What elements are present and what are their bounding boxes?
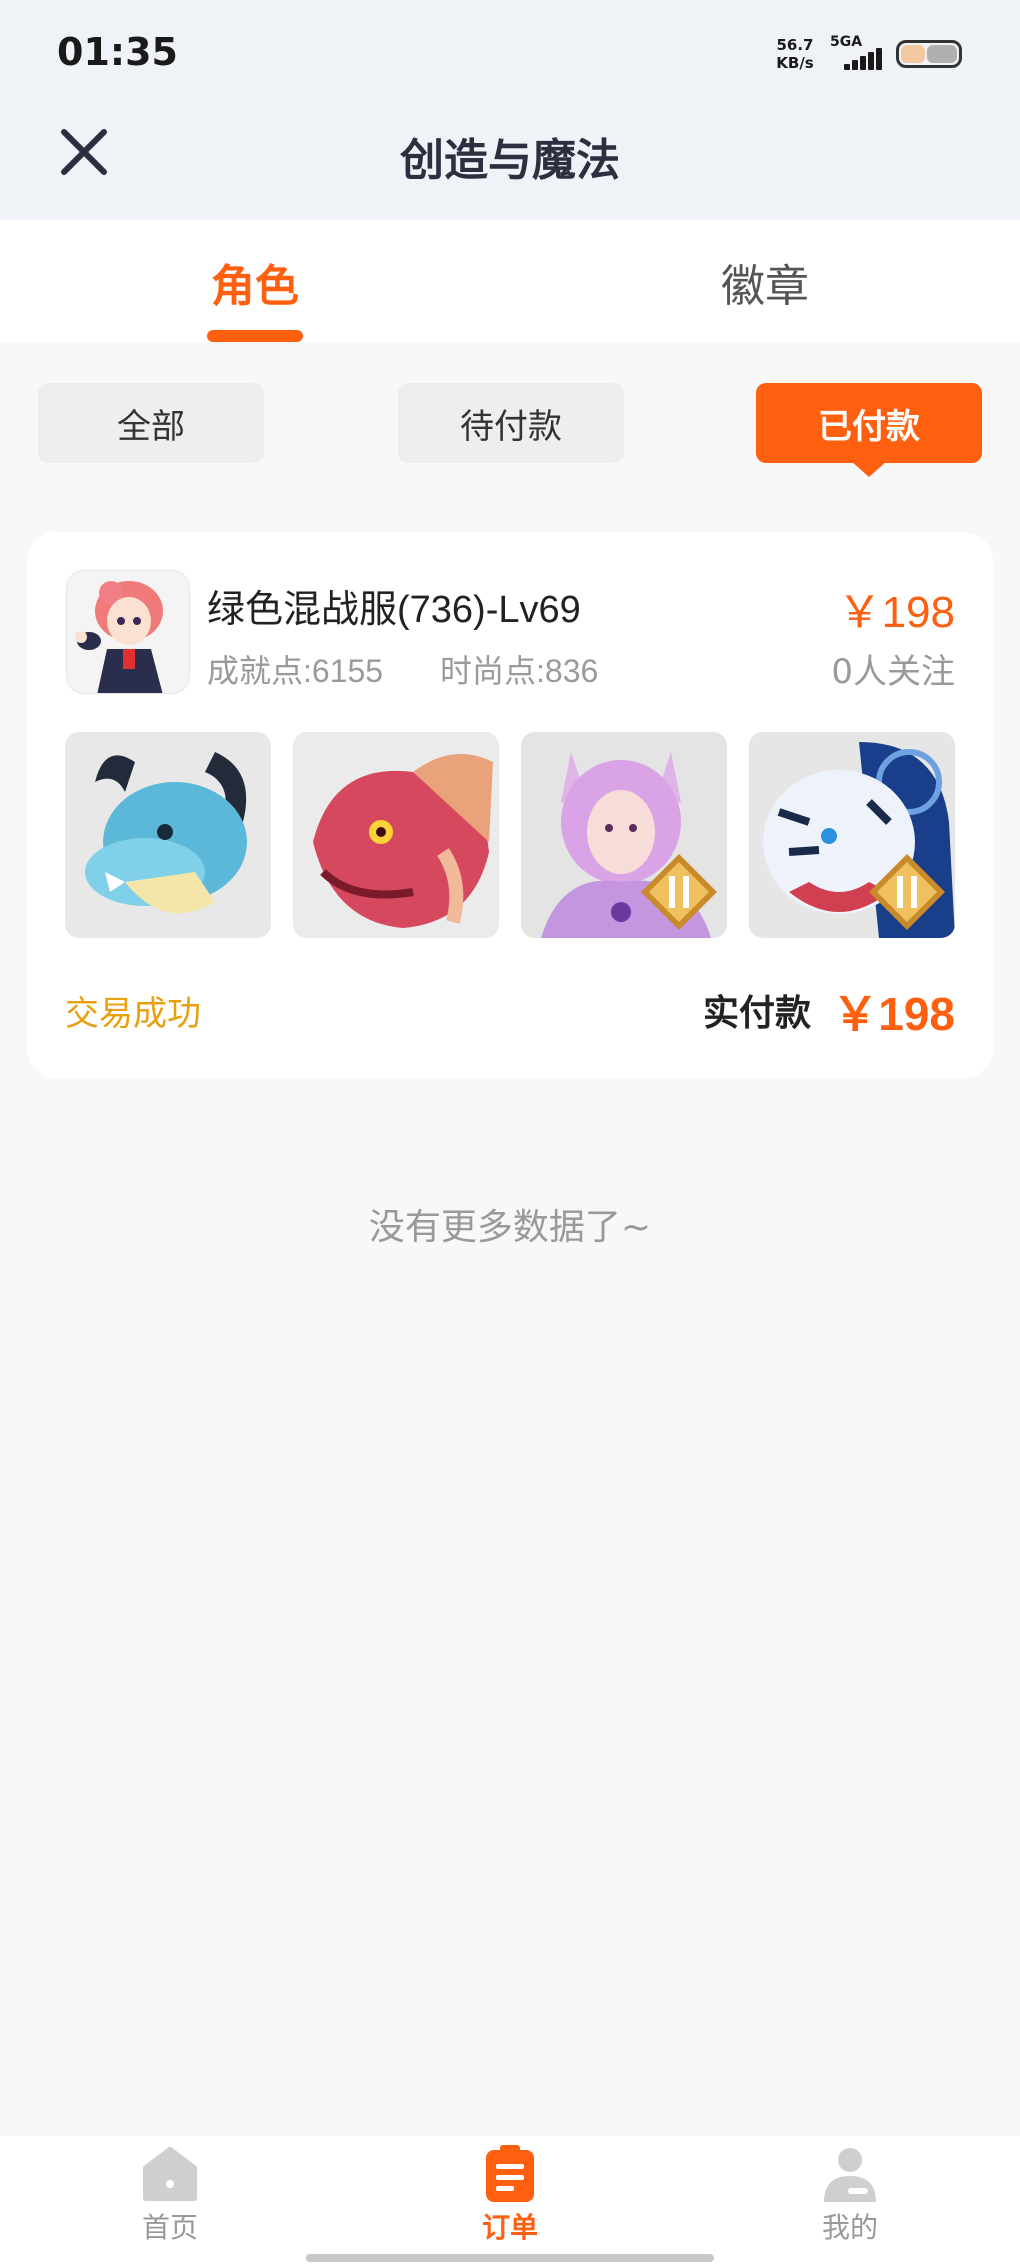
order-card[interactable]: 绿色混战服(736)-Lv69 成就点:6155 时尚点:836 ￥198 0人… [27,532,993,1078]
item-price: ￥198 [837,588,955,637]
paid-label: 实付款 [703,993,812,1034]
battery-icon [896,40,962,68]
page-title: 创造与魔法 [400,135,620,186]
network-speed-unit: KB/s [776,54,814,72]
blue-dragon-thumbnail [65,732,271,938]
fox-spirit-thumbnail [521,732,727,938]
network-type: 5GA [830,34,863,50]
filter-paid[interactable]: 已付款 [756,383,982,463]
red-dragon-thumbnail [293,732,499,938]
home-icon [143,2147,197,2201]
followers-count: 0人关注 [831,652,955,692]
nav-orders-label: 订单 [481,2211,538,2244]
list-end-message: 没有更多数据了~ [368,1207,652,1248]
network-speed-value: 56.7 [776,36,814,54]
network-speed: 56.7 KB/s [773,36,817,72]
home-indicator [306,2254,714,2262]
filter-pending-payment[interactable]: 待付款 [398,383,624,463]
item-title: 绿色混战服(736)-Lv69 [207,589,581,631]
title-bar: 创造与魔法 [0,110,1020,220]
nav-profile-label: 我的 [821,2211,878,2244]
category-tabs: 角色 徽章 [0,220,1020,342]
fashion-points: 时尚点:836 [440,653,599,689]
nav-profile[interactable]: 我的 [770,2144,930,2254]
tab-role[interactable]: 角色 [130,250,380,314]
tab-indicator [207,330,303,342]
level-2-badge-icon [641,854,717,930]
active-filter-pointer [851,461,887,477]
status-bar: 01:35 56.7 KB/s 5GA [0,0,1020,110]
status-time: 01:35 [57,30,178,74]
nav-home[interactable]: 首页 [90,2144,250,2254]
level-2-badge-icon [869,854,945,930]
tab-badge[interactable]: 徽章 [640,250,890,314]
character-avatar [66,570,190,694]
nav-home-label: 首页 [141,2211,198,2244]
nav-orders[interactable]: 订单 [430,2144,590,2254]
signal-icon: 5GA [830,34,886,72]
paid-amount: ￥198 [832,988,955,1040]
filter-all[interactable]: 全部 [38,383,264,463]
order-icon [486,2145,534,2202]
white-tiger-thumbnail [749,732,955,938]
achievement-points: 成就点:6155 [207,653,384,689]
trade-status: 交易成功 [65,994,201,1034]
bottom-nav: 首页 订单 我的 [0,2136,1020,2267]
profile-icon [824,2148,876,2202]
